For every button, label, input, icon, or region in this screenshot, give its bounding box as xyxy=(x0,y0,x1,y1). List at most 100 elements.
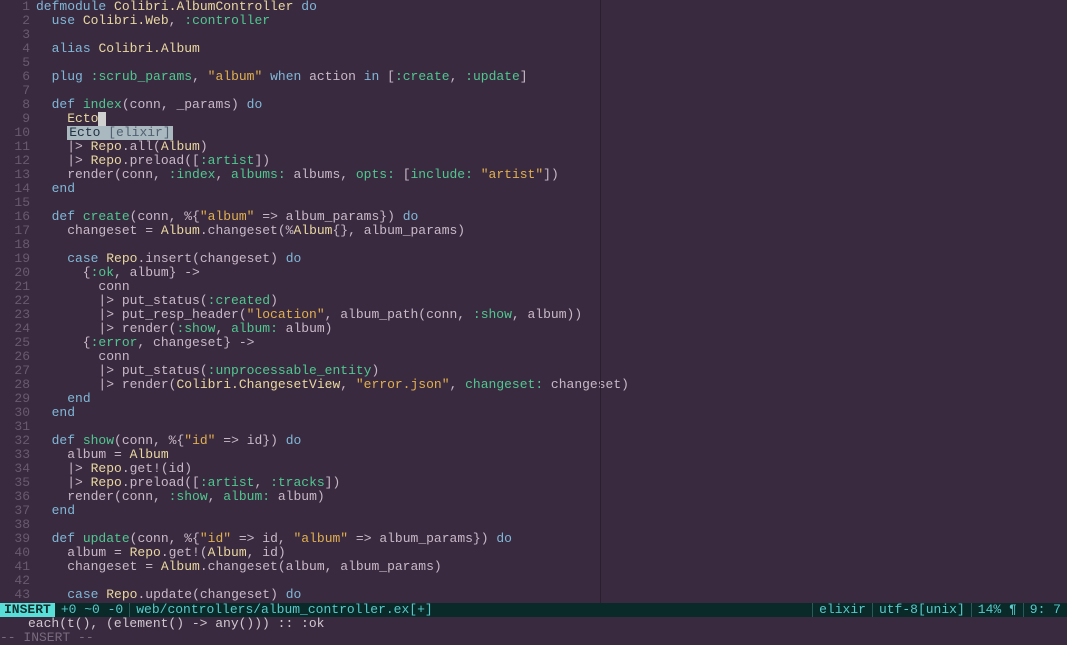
line-number: 35 xyxy=(0,476,30,490)
code-line[interactable]: album = Album xyxy=(36,448,1067,462)
code-line[interactable]: def index(conn, _params) do xyxy=(36,98,1067,112)
status-encoding: utf-8[unix] xyxy=(872,603,971,617)
code-line[interactable]: def show(conn, %{"id" => id}) do xyxy=(36,434,1067,448)
code-line[interactable]: |> render(:show, album: album) xyxy=(36,322,1067,336)
line-number: 34 xyxy=(0,462,30,476)
code-line[interactable]: end xyxy=(36,392,1067,406)
code-line[interactable]: case Repo.insert(changeset) do xyxy=(36,252,1067,266)
token-t1: Album xyxy=(130,447,169,462)
line-number: 25 xyxy=(0,336,30,350)
code-line[interactable] xyxy=(36,84,1067,98)
code-line[interactable]: |> Repo.preload([:artist, :tracks]) xyxy=(36,476,1067,490)
token-pl xyxy=(36,13,52,28)
token-atom: :created xyxy=(208,293,270,308)
code-line[interactable]: end xyxy=(36,406,1067,420)
vertical-split[interactable] xyxy=(600,0,601,603)
status-percent: 14% ¶ xyxy=(971,603,1023,617)
token-atom: :ok xyxy=(91,265,114,280)
code-line[interactable]: |> Repo.preload([:artist]) xyxy=(36,154,1067,168)
token-pl xyxy=(36,181,52,196)
token-pl: (conn, %{ xyxy=(130,209,200,224)
line-number: 5 xyxy=(0,56,30,70)
token-kw: def xyxy=(52,97,75,112)
line-number: 31 xyxy=(0,420,30,434)
code-line[interactable]: conn xyxy=(36,280,1067,294)
code-line[interactable]: changeset = Album.changeset(%Album{}, al… xyxy=(36,224,1067,238)
autocomplete-popup[interactable]: Ecto [elixir] xyxy=(67,126,172,140)
code-line[interactable]: changeset = Album.changeset(album, album… xyxy=(36,560,1067,574)
token-str: "album" xyxy=(294,531,349,546)
token-pl: |> xyxy=(36,153,91,168)
code-line[interactable]: def update(conn, %{"id" => id, "album" =… xyxy=(36,532,1067,546)
code-line[interactable]: |> render(Colibri.ChangesetView, "error.… xyxy=(36,378,1067,392)
token-pl: album = xyxy=(36,545,130,560)
code-line[interactable]: render(conn, :show, album: album) xyxy=(36,490,1067,504)
code-line[interactable] xyxy=(36,28,1067,42)
line-number: 30 xyxy=(0,406,30,420)
token-t1: Repo xyxy=(91,153,122,168)
token-pl: => album_params}) xyxy=(254,209,402,224)
token-atom: include: xyxy=(411,167,473,182)
token-pl: |> render( xyxy=(36,377,176,392)
token-str: "album" xyxy=(200,209,255,224)
token-pl: { xyxy=(36,265,91,280)
code-line[interactable]: plug :scrub_params, "album" when action … xyxy=(36,70,1067,84)
token-atom: :show xyxy=(176,321,215,336)
code-line[interactable]: alias Colibri.Album xyxy=(36,42,1067,56)
code-line[interactable]: |> put_status(:unprocessable_entity) xyxy=(36,364,1067,378)
code-line[interactable] xyxy=(36,518,1067,532)
code-line[interactable]: |> put_status(:created) xyxy=(36,294,1067,308)
token-pl: , xyxy=(340,377,356,392)
token-pl: .update(changeset) xyxy=(137,587,285,602)
line-number: 38 xyxy=(0,518,30,532)
token-pl: |> put_resp_header( xyxy=(36,307,247,322)
code-line[interactable] xyxy=(36,196,1067,210)
code-line[interactable]: conn xyxy=(36,350,1067,364)
token-kw: do xyxy=(496,531,512,546)
token-pl: , album)) xyxy=(512,307,582,322)
token-pl: |> render( xyxy=(36,321,176,336)
token-pl: .changeset(album, album_params) xyxy=(200,559,442,574)
text-cursor xyxy=(98,112,106,126)
code-line[interactable]: end xyxy=(36,182,1067,196)
code-line[interactable]: Ecto [elixir] xyxy=(36,126,1067,140)
code-line[interactable]: end xyxy=(36,504,1067,518)
token-pl: ] xyxy=(520,69,528,84)
code-line[interactable]: defmodule Colibri.AlbumController do xyxy=(36,0,1067,14)
line-number: 32 xyxy=(0,434,30,448)
code-line[interactable]: Ecto xyxy=(36,112,1067,126)
token-pl: , xyxy=(215,167,231,182)
code-line[interactable]: album = Repo.get!(Album, id) xyxy=(36,546,1067,560)
token-pl xyxy=(36,391,67,406)
token-kw: do xyxy=(286,251,302,266)
code-line[interactable]: render(conn, :index, albums: albums, opt… xyxy=(36,168,1067,182)
code-area[interactable]: defmodule Colibri.AlbumController do use… xyxy=(36,0,1067,603)
token-atom: :unprocessable_entity xyxy=(208,363,372,378)
token-pl xyxy=(75,531,83,546)
token-kw: in xyxy=(364,69,380,84)
code-line[interactable]: def create(conn, %{"album" => album_para… xyxy=(36,210,1067,224)
code-line[interactable]: |> put_resp_header("location", album_pat… xyxy=(36,308,1067,322)
code-line[interactable]: {:error, changeset} -> xyxy=(36,336,1067,350)
code-line[interactable]: |> Repo.all(Album) xyxy=(36,140,1067,154)
code-line[interactable]: case Repo.update(changeset) do xyxy=(36,588,1067,602)
token-kw: end xyxy=(52,181,75,196)
code-line[interactable]: use Colibri.Web, :controller xyxy=(36,14,1067,28)
token-atom: :scrub_params xyxy=(91,69,192,84)
code-line[interactable]: |> Repo.get!(id) xyxy=(36,462,1067,476)
token-pl: [ xyxy=(379,69,395,84)
token-pl: , album_path(conn, xyxy=(325,307,473,322)
token-pl: action xyxy=(301,69,363,84)
code-line[interactable] xyxy=(36,56,1067,70)
code-line[interactable] xyxy=(36,420,1067,434)
token-pl: ]) xyxy=(325,475,341,490)
token-pl: { xyxy=(36,335,91,350)
token-str: "id" xyxy=(200,531,231,546)
code-line[interactable] xyxy=(36,238,1067,252)
token-pl: {}, album_params) xyxy=(332,223,465,238)
token-str: "album" xyxy=(208,69,263,84)
code-line[interactable] xyxy=(36,574,1067,588)
token-kw: alias xyxy=(52,41,91,56)
code-line[interactable]: {:ok, album} -> xyxy=(36,266,1067,280)
token-atom: :create xyxy=(395,69,450,84)
